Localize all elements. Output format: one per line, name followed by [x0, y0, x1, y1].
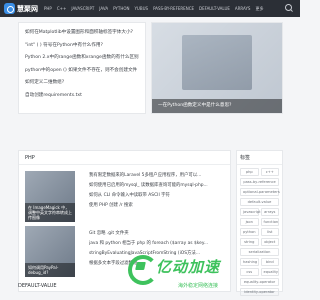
nav-item-cpp[interactable]: C++	[57, 6, 67, 12]
top-navigation-bar: 慧聚网 PHP C++ JAVASCRIPT JAVA PYTHON YUBUS…	[0, 0, 300, 17]
tag-item[interactable]: serialization	[240, 248, 279, 256]
article-thumbnail[interactable]: 如何调用PayPal-debug_id?	[25, 226, 75, 277]
nav-item-java[interactable]: JAVA	[99, 6, 108, 12]
accelerator-logo-icon[interactable]	[126, 253, 158, 285]
tag-item[interactable]: c++	[260, 168, 279, 176]
list-item[interactable]: "int" ( ) 符号在Python中有什么作用?	[25, 40, 139, 53]
logo-text: 慧聚网	[17, 4, 38, 13]
tag-item[interactable]: python	[240, 228, 259, 236]
tag-item[interactable]: pass-by-reference	[240, 178, 279, 186]
main-nav: PHP C++ JAVASCRIPT JAVA PYTHON YUBUS PAS…	[44, 6, 263, 12]
tag-item[interactable]: equality	[260, 268, 279, 276]
tag-cloud: php c++ pass-by-reference optional-paramete…	[240, 165, 280, 296]
list-item[interactable]: 自动创建requirements.txt	[25, 90, 139, 103]
tag-item[interactable]: php	[240, 168, 259, 176]
site-logo[interactable]: 慧聚网	[4, 3, 38, 14]
tag-item[interactable]: identity-operator	[240, 288, 279, 296]
nav-item-more[interactable]: 更多	[255, 6, 263, 12]
tag-item[interactable]: list	[260, 228, 279, 236]
list-item[interactable]: java 和 python 相当于 php 的 foreach ($array …	[89, 239, 227, 249]
banner-image	[182, 35, 252, 90]
tag-item[interactable]: bind	[260, 258, 279, 266]
section-title-default-value: DEFAULT-VALUE	[18, 283, 57, 289]
nav-item-javascript[interactable]: JAVASCRIPT	[71, 6, 94, 12]
thumbnail-caption: 在 ImageMagick 中，调整中英文字符串转成上传图像	[25, 203, 75, 222]
tag-item[interactable]: optional-parameters	[240, 188, 280, 196]
tag-item[interactable]: hashing	[240, 258, 259, 266]
tag-item[interactable]: equality-operator	[240, 278, 279, 286]
list-item[interactable]: 使用 PHP 创建 /r 搜索	[89, 201, 227, 211]
banner-caption: 一在Python函数定义中是什么意思?	[152, 99, 282, 113]
section-title: 标签	[237, 151, 282, 165]
tag-item[interactable]: css	[240, 268, 259, 276]
section-title: PHP	[19, 151, 230, 165]
tag-item[interactable]: string	[240, 238, 259, 246]
search-icon[interactable]	[285, 4, 294, 13]
list-item[interactable]: 如何定义二维数组?	[25, 77, 139, 90]
list-item[interactable]: 如何在Matplotlib中设置图形和面积轴标签字体大小?	[25, 27, 139, 40]
promo-subtitle: 海外稳定网络连接	[178, 283, 219, 289]
tag-item[interactable]: object	[260, 238, 279, 246]
nav-item-pass-by-reference[interactable]: PASS-BY-REFERENCE	[153, 6, 194, 12]
featured-banner[interactable]: 一在Python函数定义中是什么意思?	[151, 22, 283, 114]
tag-item[interactable]: function	[260, 218, 279, 226]
list-item[interactable]: 我有限定数据来的Laravel 5多租户应用程序，用户可以...	[89, 171, 227, 181]
list-item[interactable]: 如何从 CLI 命令输入中读取带 ASCII 字符	[89, 191, 227, 201]
nav-item-php[interactable]: PHP	[44, 6, 52, 12]
question-list: 如何在Matplotlib中设置图形和面积轴标签字体大小? "int" ( ) …	[18, 22, 146, 114]
tag-item[interactable]: json	[240, 218, 259, 226]
tag-item[interactable]: javascript	[240, 208, 261, 216]
tag-item[interactable]: arrays	[260, 208, 279, 216]
tag-item[interactable]: default-value	[240, 198, 279, 206]
list-item[interactable]: Python 2.x中的range函数和xrange函数的有什么区别?	[25, 52, 139, 65]
nav-item-yubus[interactable]: YUBUS	[134, 6, 148, 12]
list-item[interactable]: python中的open () 如果文件不存在，则不会创建文件	[25, 65, 139, 78]
nav-item-python[interactable]: PYTHON	[113, 6, 129, 12]
list-item[interactable]: 如何使用已启用的mysql_ 读数据库查询可能的mysql-php...	[89, 181, 227, 191]
nav-item-arrays[interactable]: ARRAYS	[235, 6, 251, 12]
list-item[interactable]: Git 忽略 .git 文件夹	[89, 229, 227, 239]
tags-sidebar: 标签 php c++ pass-by-reference optional-param…	[236, 150, 283, 296]
thumbnail-caption: 如何调用PayPal-debug_id?	[25, 263, 75, 277]
nav-item-default-value[interactable]: DEFAULT-VALUE	[199, 6, 230, 12]
promo-title[interactable]: 亿动加速	[156, 256, 220, 277]
logo-icon	[4, 3, 15, 14]
article-list: 我有限定数据来的Laravel 5多租户应用程序，用户可以... 如何使用已启用…	[89, 171, 227, 211]
article-thumbnail[interactable]: 在 ImageMagick 中，调整中英文字符串转成上传图像	[25, 171, 75, 222]
